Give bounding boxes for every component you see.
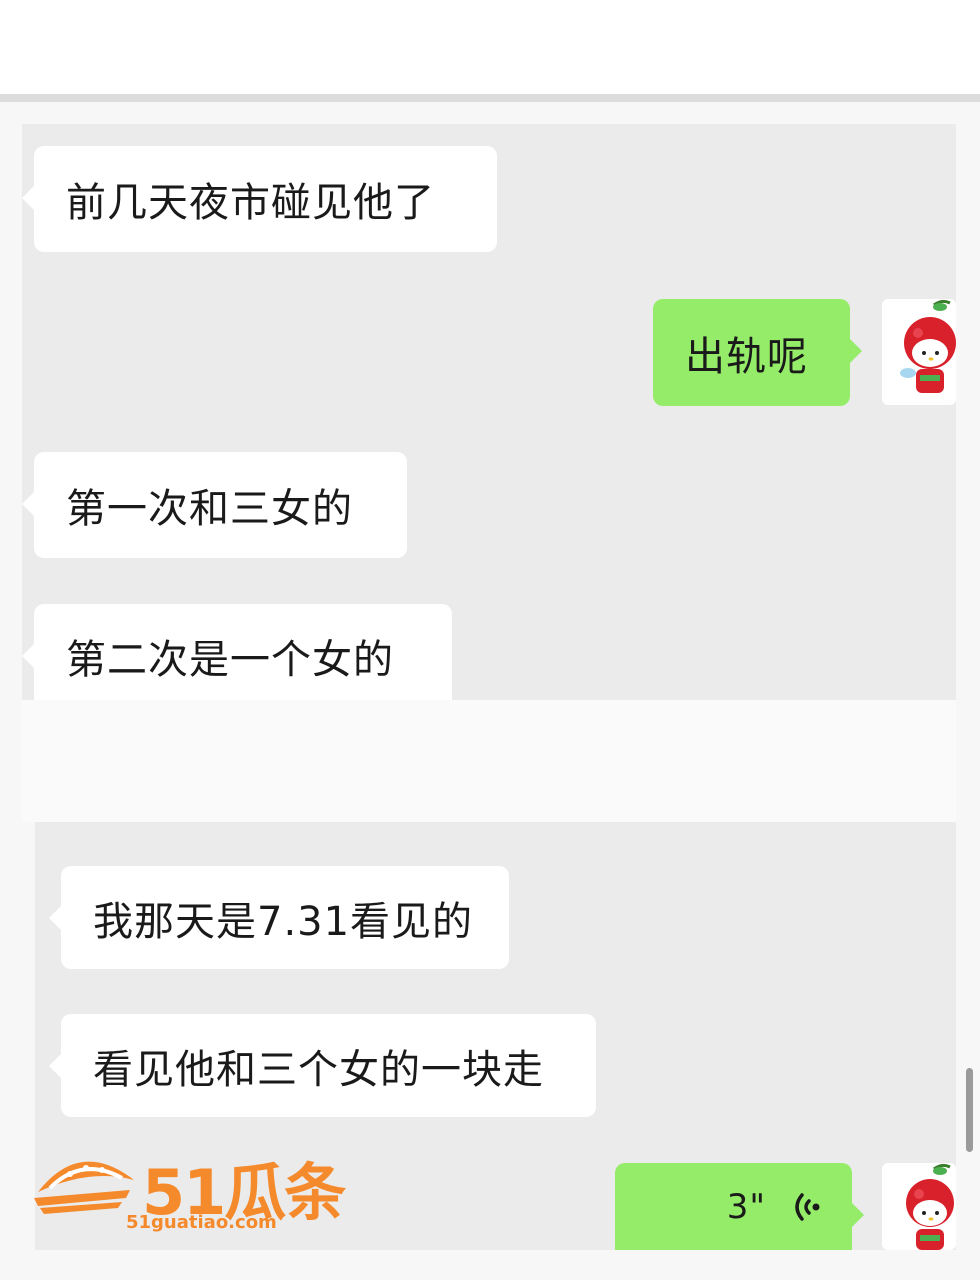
message-bubble-incoming[interactable]: 看见他和三个女的一块走	[49, 1014, 596, 1117]
cherry-avatar-icon	[906, 1163, 954, 1250]
message-bubble-incoming[interactable]: 我那天是7.31看见的	[49, 866, 509, 969]
voice-duration: 3"	[726, 1186, 766, 1227]
watermark-url: 51guatiao.com	[126, 1212, 277, 1233]
message-bubble-incoming[interactable]: 前几天夜市碰见他了	[22, 146, 497, 252]
avatar[interactable]	[882, 299, 956, 405]
message-text: 看见他和三个女的一块走	[93, 1046, 544, 1093]
screenshot-divider	[22, 700, 956, 822]
scrollbar[interactable]	[966, 1068, 973, 1152]
message-bubble-outgoing[interactable]: 出轨呢	[653, 299, 862, 406]
top-bar	[0, 0, 980, 102]
voice-wave-icon	[795, 1192, 820, 1221]
message-bubble-incoming[interactable]: 第一次和三女的	[22, 452, 407, 558]
message-text: 第一次和三女的	[66, 486, 353, 532]
voice-message-bubble[interactable]: 3"	[615, 1163, 864, 1250]
watermark: 51瓜条 51guatiao.com	[30, 1140, 350, 1240]
message-text: 前几天夜市碰见他了	[66, 180, 435, 226]
cherry-avatar-icon	[900, 299, 956, 393]
message-text: 第二次是一个女的	[66, 637, 394, 683]
watermelon-logo-icon	[34, 1161, 134, 1214]
message-text: 我那天是7.31看见的	[93, 898, 474, 945]
message-text: 出轨呢	[685, 333, 808, 380]
avatar[interactable]	[882, 1163, 956, 1250]
message-bubble-incoming[interactable]: 第二次是一个女的	[22, 604, 452, 700]
